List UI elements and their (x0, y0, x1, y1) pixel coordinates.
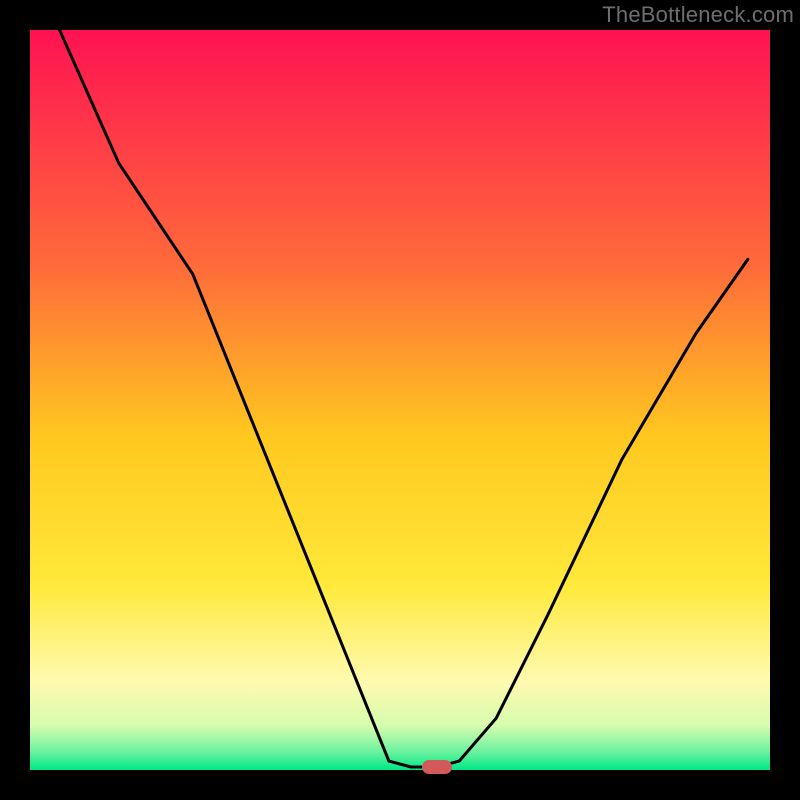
watermark-text: TheBottleneck.com (602, 2, 794, 28)
minimum-marker (422, 760, 452, 774)
plot-background (30, 30, 770, 770)
chart-container: TheBottleneck.com (0, 0, 800, 800)
chart-svg (0, 0, 800, 800)
